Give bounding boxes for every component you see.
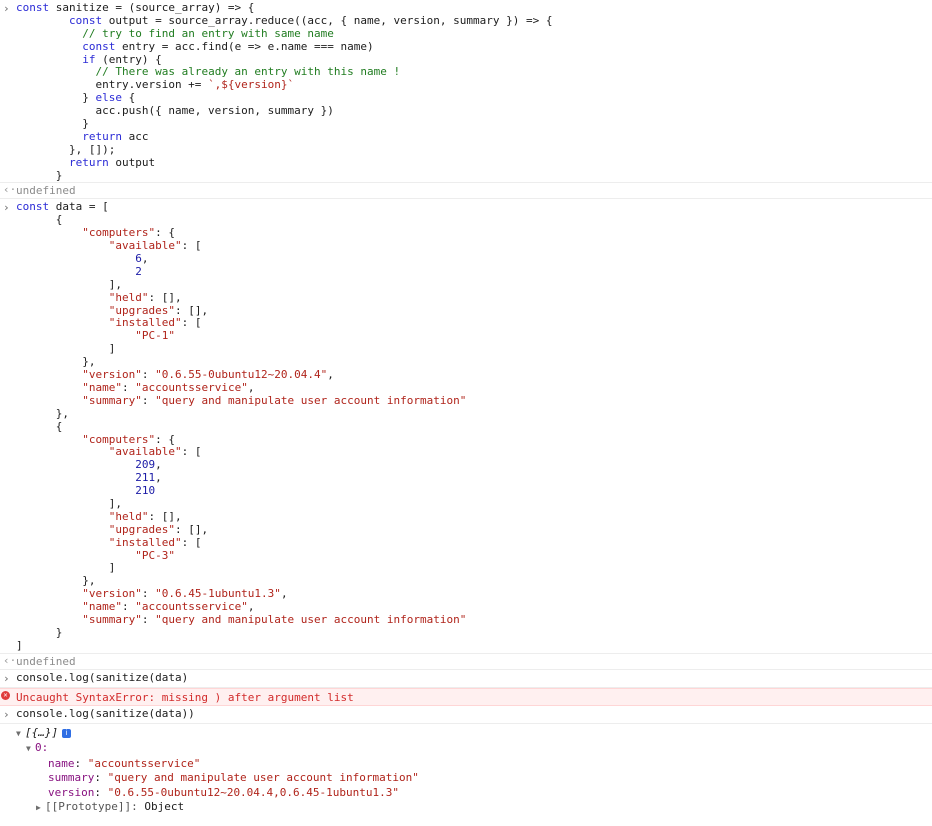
tree-item-0[interactable]: ▼ 0: [0,741,932,757]
data-line: 6, [135,252,149,266]
error-icon: ✕ [1,690,10,700]
prompt-chevron-icon: › [3,707,10,721]
result-value: undefined [16,184,76,198]
data-line: } [16,625,63,639]
sanitize-line: } [16,168,63,182]
data-line: 210 [135,484,156,498]
expand-triangle-icon[interactable]: ▼ [16,727,25,742]
console-input-call1[interactable]: › console.log(sanitize(data) [0,670,932,688]
console-input-call2[interactable]: › console.log(sanitize(data)) [0,706,932,724]
data-line: "PC-3" [135,548,175,562]
array-summary: [{…}] [25,725,59,739]
devtools-console: › const sanitize = (source_array) => { c… [0,0,932,816]
console-input-data[interactable]: › const data = [ { "computers": { "avail… [0,199,932,654]
item-index: 0: [35,741,49,755]
prop-value: "query and manipulate user account infor… [107,771,419,785]
console-result-data: ‹· undefined [0,654,932,670]
prop-key: version [48,785,95,799]
sanitize-line: const entry = acc.find(e => e.name === n… [82,39,374,53]
data-line: ], [16,277,122,291]
prompt-chevron-icon: › [3,671,10,685]
sanitize-line: } [16,117,89,131]
sanitize-line: return output [68,155,156,169]
sanitize-line: // try to find an entry with same name [82,26,334,40]
data-line: "name": "accountsservice", [82,380,255,394]
sanitize-line: return acc [82,129,149,143]
data-line: ] [16,561,116,575]
data-line: ] [16,342,116,356]
data-line: "summary": "query and manipulate user ac… [82,393,467,407]
error-message: Uncaught SyntaxError: missing ) after ar… [16,690,354,704]
tree-prop: version: "0.6.55-0ubuntu12~20.04.4,0.6.4… [48,785,400,799]
code-call2: console.log(sanitize(data)) [16,706,195,720]
prop-key: name [48,756,75,770]
prop-value: "0.6.55-0ubuntu12~20.04.4,0.6.45-1ubuntu… [107,785,400,799]
prompt-chevron-icon: › [3,201,10,215]
data-line: ], [16,496,122,510]
info-icon[interactable]: i [62,728,72,738]
result-arrow-icon: ‹· [3,653,17,667]
prop-value: "accountsservice" [87,756,201,770]
result-value: undefined [16,654,76,668]
prototype-key: [[Prototype]] [45,800,132,814]
collapse-triangle-icon[interactable]: ▶ [36,801,45,816]
data-line: }, [16,406,69,420]
console-input-sanitize[interactable]: › const sanitize = (source_array) => { c… [0,0,932,184]
prototype-value: Object [144,800,185,814]
tree-prop: summary: "query and manipulate user acco… [48,771,419,785]
data-line: 2 [135,264,142,278]
code-call1: console.log(sanitize(data) [16,670,189,684]
data-line: ] [16,638,23,652]
sanitize-line: entry.version += `,${version}` [16,78,295,92]
prop-key: summary [48,771,95,785]
console-result-sanitize: ‹· undefined [0,183,932,200]
data-line: "summary": "query and manipulate user ac… [82,612,467,626]
sanitize-line: const sanitize = (source_array) => { [16,1,255,14]
data-line: "PC-1" [135,329,175,343]
sanitize-line: }, []); [16,142,116,156]
tree-prototype[interactable]: ▶ [[Prototype]]: Object [0,800,932,816]
prompt-chevron-icon: › [3,2,10,15]
code-data: const data = [ { "computers": { "availab… [0,201,932,652]
sanitize-line: acc.push({ name, version, summary }) [16,104,334,118]
expand-triangle-icon[interactable]: ▼ [26,742,35,757]
code-sanitize: const sanitize = (source_array) => { con… [0,1,932,182]
console-output-tree: ▼ [{…}] i ▼ 0: name: "accountsservice" summa… [0,724,932,816]
data-line: "available": [ [108,239,202,253]
tree-root[interactable]: ▼ [{…}] i [0,726,932,742]
console-error: ✕ Uncaught SyntaxError: missing ) after … [0,687,932,706]
data-line: const data = [ [16,200,109,214]
result-arrow-icon: ‹· [3,183,17,197]
tree-prop: name: "accountsservice" [48,756,201,770]
